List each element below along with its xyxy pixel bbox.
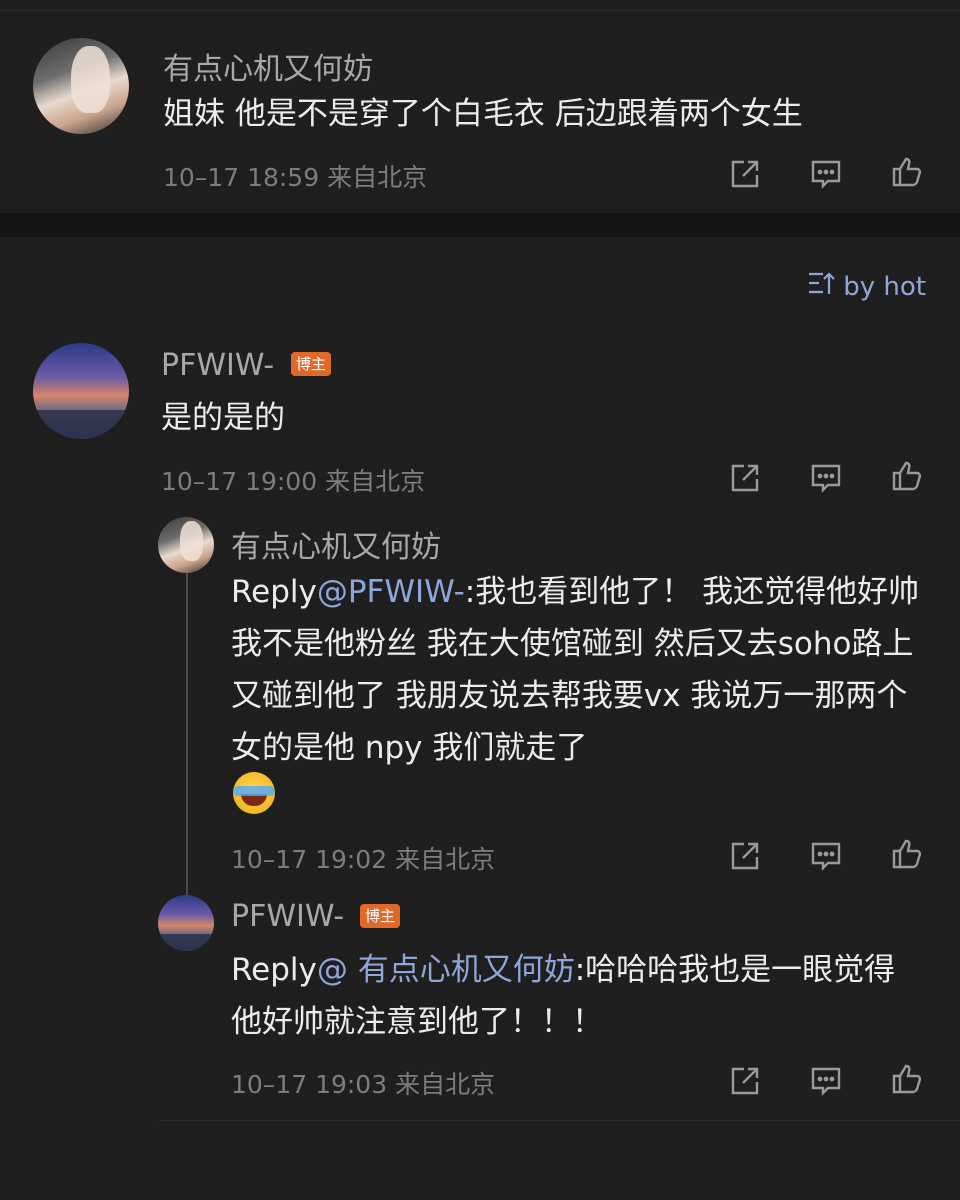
comment-icon[interactable]	[809, 839, 843, 873]
reply-text: Reply@ 有点心机又何妨:哈哈哈我也是一眼觉得他好帅就注意到他了！！！	[231, 944, 921, 1048]
comment-meta: 10–17 19:00 来自北京	[161, 467, 426, 496]
share-icon[interactable]	[728, 157, 762, 191]
author-badge: 博主	[360, 904, 401, 928]
like-icon[interactable]	[890, 1062, 924, 1096]
comment-text: 是的是的	[161, 400, 285, 436]
like-icon[interactable]	[890, 459, 924, 493]
section-gap	[0, 213, 960, 237]
sort-toggle[interactable]: by hot	[807, 270, 926, 303]
comment-meta: 10–17 19:02 来自北京	[231, 845, 496, 874]
thread-line	[186, 570, 188, 902]
avatar[interactable]	[158, 517, 214, 573]
reply-text: Reply@PFWIW-:我也看到他了！ 我还觉得他好帅 我不是他粉丝 我在大使…	[231, 566, 921, 774]
like-icon[interactable]	[890, 155, 924, 189]
share-icon[interactable]	[728, 461, 762, 495]
share-icon[interactable]	[728, 839, 762, 873]
laughing-crying-emoji	[233, 772, 275, 814]
username[interactable]: PFWIW-	[161, 348, 274, 383]
reply-prefix: Reply	[231, 574, 317, 610]
sort-label: by hot	[843, 271, 926, 302]
avatar[interactable]	[158, 895, 214, 951]
avatar[interactable]	[33, 38, 129, 134]
share-icon[interactable]	[728, 1064, 762, 1098]
comment-meta: 10–17 19:03 来自北京	[231, 1070, 496, 1099]
avatar[interactable]	[33, 343, 129, 439]
comment-icon[interactable]	[809, 461, 843, 495]
like-icon[interactable]	[890, 837, 924, 871]
reply-prefix: Reply	[231, 952, 317, 988]
username[interactable]: 有点心机又何妨	[231, 522, 441, 566]
comment-icon[interactable]	[809, 1064, 843, 1098]
username[interactable]: PFWIW-	[231, 899, 344, 934]
comment-meta: 10–17 18:59 来自北京	[163, 163, 428, 192]
sort-icon	[807, 270, 836, 303]
author-badge: 博主	[291, 352, 332, 376]
mention-link[interactable]: @PFWIW-	[317, 574, 465, 610]
mention-link[interactable]: @ 有点心机又何妨	[317, 952, 575, 988]
comment-text: 姐妹 他是不是穿了个白毛衣 后边跟着两个女生	[163, 96, 803, 132]
bottom-divider	[158, 1120, 960, 1121]
username[interactable]: 有点心机又何妨	[163, 44, 373, 88]
comment-icon[interactable]	[809, 157, 843, 191]
